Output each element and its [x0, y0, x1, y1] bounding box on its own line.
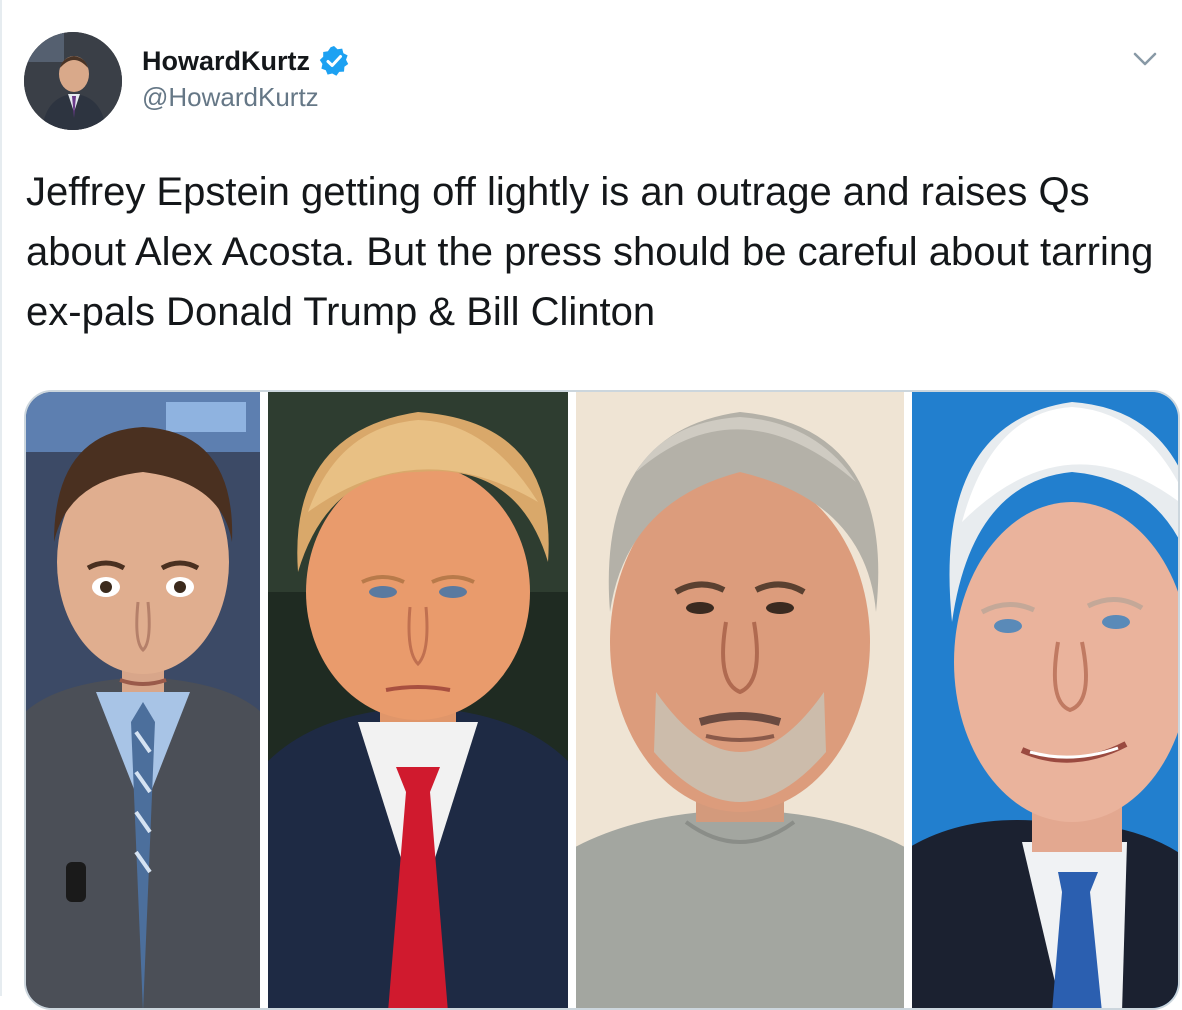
media-photo-3 [576, 392, 904, 1008]
author-info: HowardKurtz @HowardKurtz [142, 42, 350, 113]
tweet-text: Jeffrey Epstein getting off lightly is a… [26, 170, 1154, 334]
tweet-card[interactable]: HowardKurtz @HowardKurtz Jeffrey Epstein… [0, 0, 1182, 1010]
author-name-row: HowardKurtz [142, 42, 350, 80]
media-divider [568, 392, 576, 1008]
media-photo-4 [912, 392, 1178, 1008]
author-avatar[interactable] [24, 32, 122, 130]
media-divider [904, 392, 912, 1008]
tweet-media[interactable] [24, 390, 1180, 1010]
chevron-down-icon[interactable] [1130, 44, 1160, 74]
avatar-photo [24, 32, 122, 130]
media-divider [260, 392, 268, 1008]
author-display-name[interactable]: HowardKurtz [142, 46, 310, 77]
media-photo-2 [268, 392, 568, 1008]
author-handle[interactable]: @HowardKurtz [142, 82, 350, 113]
media-photo-1 [26, 392, 260, 1008]
verified-badge-icon [318, 45, 350, 77]
